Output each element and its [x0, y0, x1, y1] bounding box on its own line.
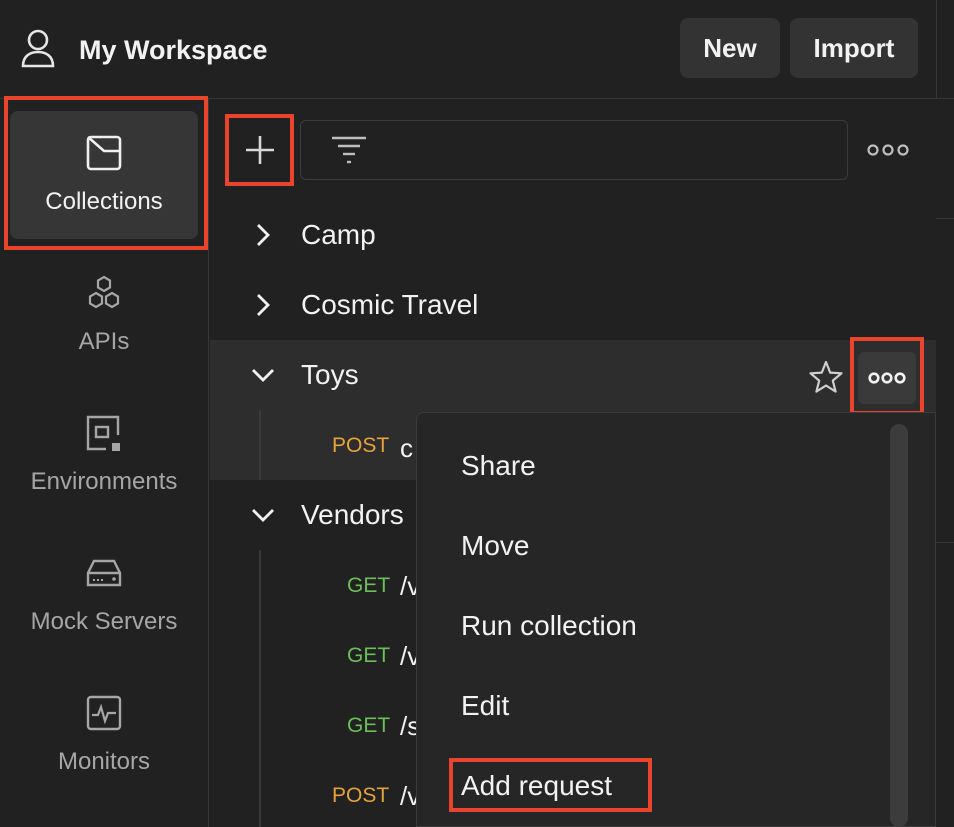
- sidebar-item-label: APIs: [78, 328, 130, 355]
- new-button[interactable]: New: [680, 18, 780, 78]
- divider: [936, 218, 954, 219]
- collection-item-cosmic-travel[interactable]: Cosmic Travel: [210, 270, 936, 340]
- sidebar-item-label: Monitors: [57, 748, 151, 775]
- sidebar-item-mock-servers[interactable]: Mock Servers: [10, 531, 198, 659]
- request-method: GET: [347, 714, 391, 737]
- more-options-icon[interactable]: [866, 140, 910, 160]
- sidebar-item-monitors[interactable]: Monitors: [10, 671, 198, 799]
- environment-icon: [86, 415, 120, 451]
- request-method: GET: [347, 644, 391, 667]
- divider: [936, 542, 954, 543]
- sidebar-item-label: Mock Servers: [30, 608, 178, 635]
- menu-scrollbar[interactable]: [890, 424, 908, 827]
- collection-name: Cosmic Travel: [301, 289, 479, 320]
- menu-item-move[interactable]: Move: [461, 526, 529, 566]
- request-method: POST: [332, 784, 390, 807]
- request-path[interactable]: c: [400, 433, 413, 463]
- chevron-down-icon[interactable]: [250, 502, 276, 528]
- apis-icon: [88, 275, 120, 309]
- chevron-down-icon[interactable]: [250, 362, 276, 388]
- tree-guide: [259, 550, 261, 827]
- mock-server-icon: [86, 559, 122, 587]
- collection-name: Toys: [301, 359, 359, 390]
- monitor-icon: [86, 695, 122, 731]
- import-button[interactable]: Import: [790, 18, 918, 78]
- workspace-title[interactable]: My Workspace: [79, 30, 268, 70]
- add-button-highlight: [225, 114, 294, 186]
- sidebar-item-environments[interactable]: Environments: [10, 391, 198, 519]
- collection-name: Camp: [301, 219, 376, 250]
- collection-item-camp[interactable]: Camp: [210, 200, 936, 270]
- request-method: POST: [332, 434, 390, 457]
- search-input[interactable]: [300, 120, 848, 180]
- chevron-right-icon[interactable]: [250, 292, 276, 318]
- chevron-right-icon[interactable]: [250, 222, 276, 248]
- filter-icon[interactable]: [330, 134, 368, 166]
- sidebar-item-apis[interactable]: APIs: [10, 251, 198, 379]
- collection-name: Vendors: [301, 499, 404, 530]
- request-method: GET: [347, 574, 391, 597]
- user-icon[interactable]: [20, 28, 56, 68]
- collections-highlight: [4, 96, 208, 250]
- divider: [936, 0, 937, 98]
- more-button-highlight: [850, 337, 924, 415]
- menu-item-run-collection[interactable]: Run collection: [461, 606, 637, 646]
- tree-guide: [259, 410, 261, 480]
- menu-item-edit[interactable]: Edit: [461, 686, 509, 726]
- star-icon[interactable]: [808, 360, 844, 394]
- add-request-highlight: [449, 758, 652, 812]
- sidebar-item-label: Environments: [30, 468, 178, 495]
- menu-item-share[interactable]: Share: [461, 446, 536, 486]
